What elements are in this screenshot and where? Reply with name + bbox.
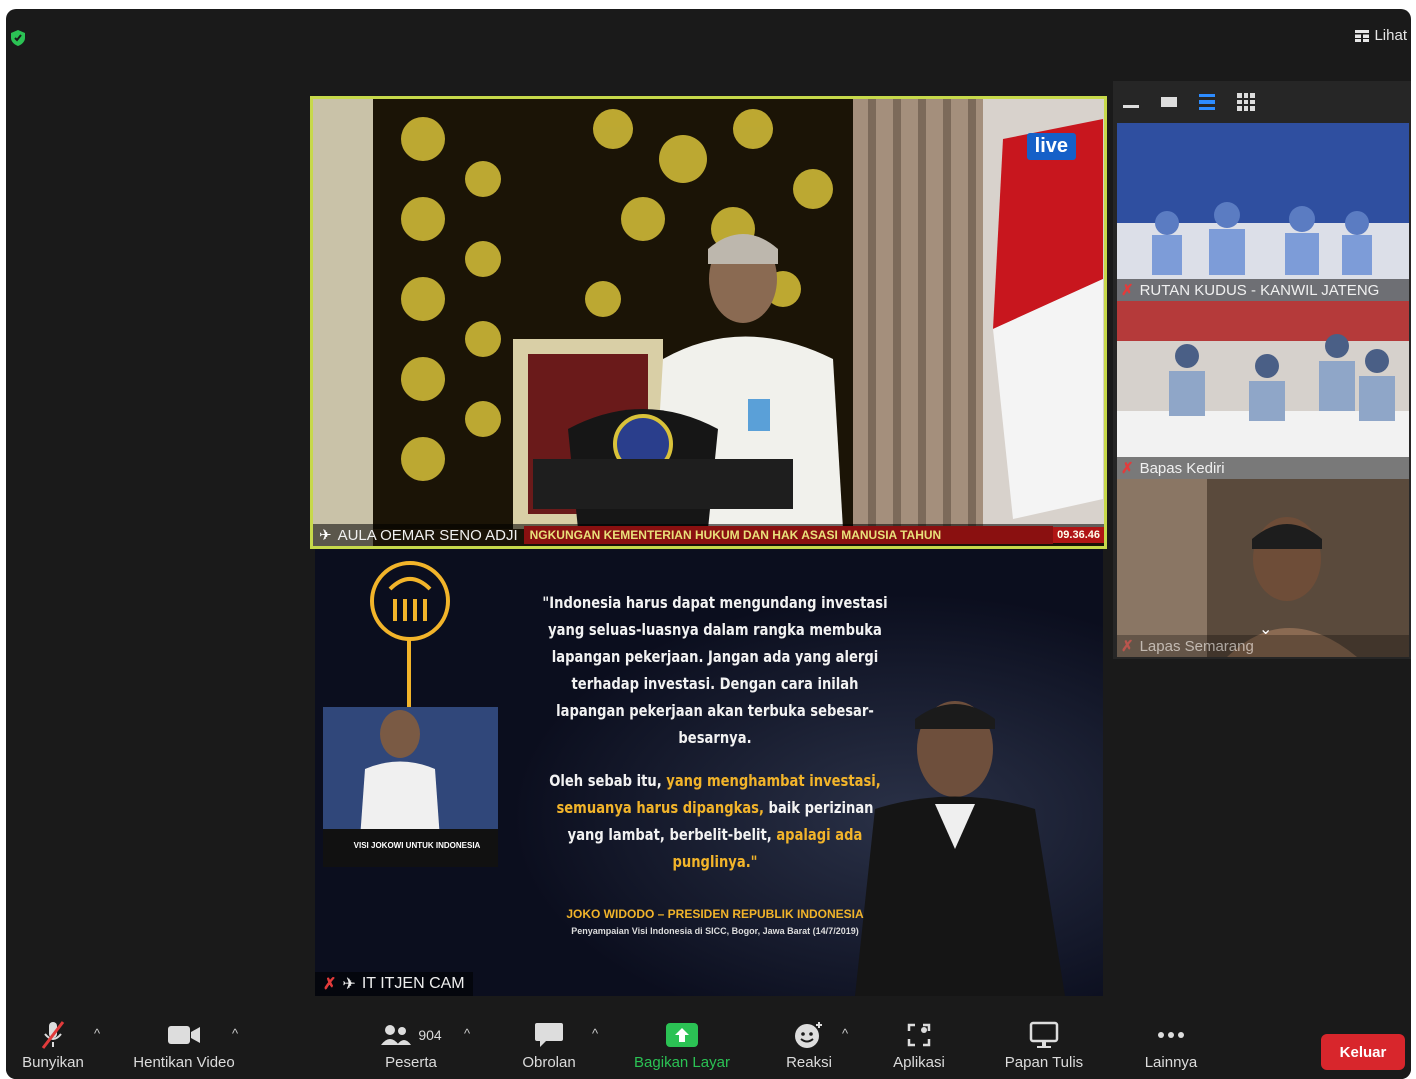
- participant-tile-3[interactable]: ✗ Lapas Semarang ⌄: [1117, 479, 1409, 657]
- apps-icon: [907, 1023, 931, 1047]
- apps-button[interactable]: Aplikasi: [882, 1020, 956, 1071]
- participant-tile-2[interactable]: ✗ Bapas Kediri: [1117, 301, 1409, 479]
- active-speaker-video[interactable]: live ✈ AULA OEMAR SENO ADJI NGKUNGAN KEM…: [310, 96, 1107, 549]
- participants-icon: [381, 1025, 412, 1045]
- participant-count: 904: [418, 1027, 442, 1043]
- muted-mic-icon: ✗: [1121, 638, 1134, 655]
- unmute-label: Bunyikan: [22, 1054, 84, 1071]
- participant-name: Bapas Kediri: [1139, 459, 1225, 477]
- participant-name: RUTAN KUDUS - KANWIL JATENG: [1139, 281, 1380, 299]
- participant-video-1: [1117, 123, 1409, 301]
- quote-part-a: Oleh sebab itu,: [549, 771, 667, 790]
- chat-label: Obrolan: [522, 1054, 576, 1071]
- minimize-icon[interactable]: [1123, 104, 1139, 108]
- scroll-down-chevron-icon[interactable]: ⌄: [1259, 619, 1272, 639]
- share-screen-label: Bagikan Layar: [634, 1054, 730, 1071]
- grid-view-icon: [1355, 29, 1370, 42]
- speaker-name-bar: ✈ AULA OEMAR SENO ADJI NGKUNGAN KEMENTER…: [313, 524, 1104, 546]
- chat-icon: [535, 1023, 563, 1047]
- speaker-view-icon[interactable]: [1199, 94, 1215, 110]
- speaker-scene: [313, 99, 1104, 546]
- live-badge: live: [1026, 133, 1076, 160]
- whiteboard-button[interactable]: Papan Tulis: [996, 1020, 1092, 1071]
- chat-button[interactable]: Obrolan: [511, 1020, 587, 1071]
- stop-video-button[interactable]: Hentikan Video: [124, 1020, 244, 1071]
- shared-content-video[interactable]: VISI JOKOWI UNTUK INDONESIA "Indonesia h…: [315, 549, 1103, 996]
- chat-options-caret-icon[interactable]: ^: [592, 1026, 598, 1041]
- participant-name: Lapas Semarang: [1139, 637, 1254, 655]
- news-ticker: NGKUNGAN KEMENTERIAN HUKUM DAN HAK ASASI…: [523, 526, 1054, 544]
- view-label: Lihat: [1374, 27, 1407, 44]
- share-screen-icon: [666, 1023, 698, 1047]
- quote-author: JOKO WIDODO – PRESIDEN REPUBLIK INDONESI…: [566, 907, 864, 921]
- pin-icon: ✈: [319, 527, 332, 544]
- participant-video-2: [1117, 301, 1409, 479]
- participants-label: Peserta: [385, 1054, 437, 1071]
- audio-options-caret-icon[interactable]: ^: [94, 1026, 100, 1041]
- zoom-meeting-window: Lihat live ✈ AULA OEMAR SENO ADJI NGKUNG…: [6, 9, 1411, 1079]
- gallery-layout-controls: [1123, 93, 1255, 111]
- inset-caption: VISI JOKOWI UNTUK INDONESIA: [353, 841, 481, 850]
- video-camera-icon: [168, 1026, 200, 1044]
- reactions-label: Reaksi: [786, 1054, 832, 1071]
- meeting-toolbar: Bunyikan ^ Hentikan Video ^ 904 Peserta …: [6, 1014, 1411, 1079]
- share-name-bar: ✗ ✈ IT ITJEN CAM: [315, 972, 473, 996]
- more-label: Lainnya: [1144, 1054, 1198, 1071]
- participants-options-caret-icon[interactable]: ^: [464, 1026, 470, 1041]
- ticker-clock: 09.36.46: [1053, 527, 1104, 543]
- security-shield-icon[interactable]: [10, 29, 26, 47]
- muted-mic-icon: ✗: [323, 976, 337, 993]
- strip-view-icon[interactable]: [1161, 97, 1177, 107]
- view-button[interactable]: Lihat: [1354, 27, 1407, 44]
- gallery-strip: ✗ RUTAN KUDUS - KANWIL JATENG ✗ Bapas Kedi…: [1113, 81, 1411, 659]
- reaction-smiley-icon: [795, 1022, 822, 1048]
- leave-meeting-button[interactable]: Keluar: [1321, 1034, 1405, 1070]
- reactions-button[interactable]: Reaksi: [776, 1020, 842, 1071]
- more-dots-icon: [1158, 1032, 1184, 1038]
- muted-mic-icon: ✗: [1121, 460, 1134, 477]
- stop-video-label: Hentikan Video: [133, 1054, 235, 1071]
- quote-source: Penyampaian Visi Indonesia di SICC, Bogo…: [571, 926, 859, 936]
- participant-name-bar: ✗ RUTAN KUDUS - KANWIL JATENG: [1117, 279, 1409, 301]
- quote-paragraph-2: Oleh sebab itu, yang menghambat investas…: [539, 767, 892, 875]
- video-options-caret-icon[interactable]: ^: [232, 1026, 238, 1041]
- speaker-name: AULA OEMAR SENO ADJI: [337, 526, 518, 544]
- quote-text: "Indonesia harus dapat mengundang invest…: [539, 589, 892, 875]
- muted-mic-icon: ✗: [1121, 282, 1134, 299]
- more-button[interactable]: Lainnya: [1136, 1020, 1206, 1071]
- pin-icon: ✈: [342, 976, 356, 993]
- participants-button[interactable]: 904 Peserta: [366, 1020, 456, 1071]
- share-screen-button[interactable]: Bagikan Layar: [626, 1020, 738, 1071]
- unmute-button[interactable]: Bunyikan: [16, 1020, 90, 1071]
- quote-paragraph-1: "Indonesia harus dapat mengundang invest…: [542, 593, 888, 747]
- whiteboard-icon: [1029, 1021, 1059, 1048]
- muted-microphone-icon: [41, 1021, 65, 1049]
- participant-tile-1[interactable]: ✗ RUTAN KUDUS - KANWIL JATENG: [1117, 123, 1409, 301]
- whiteboard-label: Papan Tulis: [1004, 1054, 1084, 1071]
- participant-name-bar: ✗ Bapas Kediri: [1117, 457, 1409, 479]
- apps-label: Aplikasi: [893, 1054, 945, 1071]
- reactions-options-caret-icon[interactable]: ^: [842, 1026, 848, 1041]
- gallery-view-icon[interactable]: [1237, 93, 1255, 111]
- participant-name: IT ITJEN CAM: [361, 975, 465, 992]
